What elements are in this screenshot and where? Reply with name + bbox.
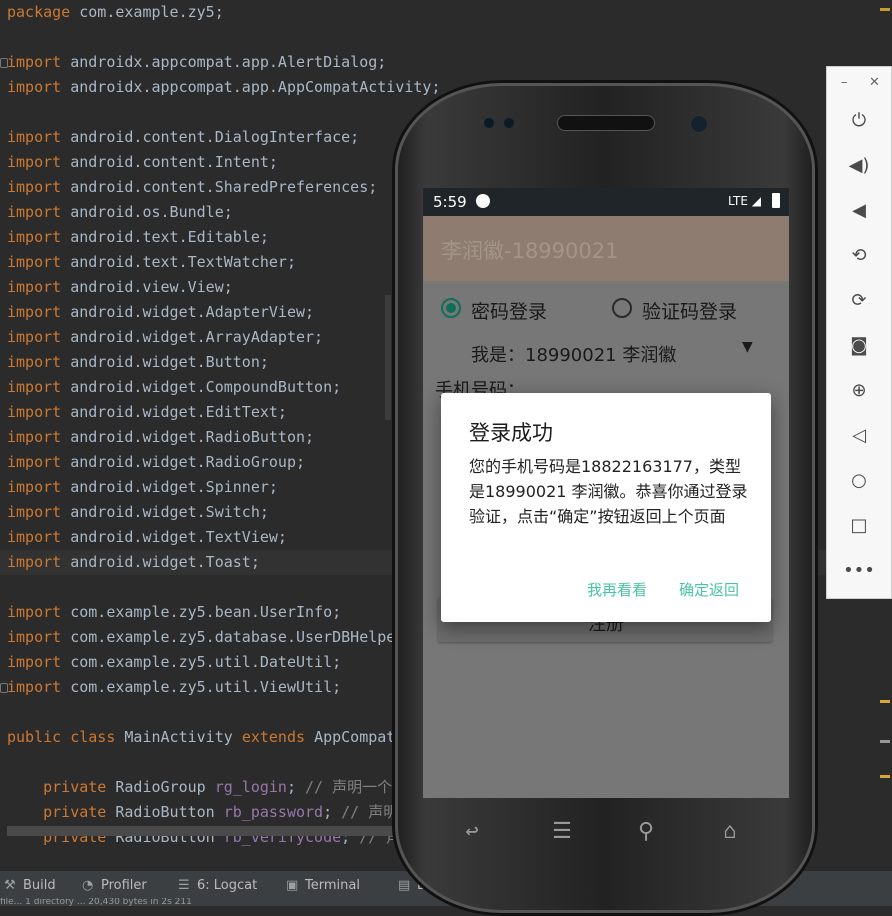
gauge-icon: ◔ [82, 878, 94, 893]
app-title: 李润徽-18990021 [441, 239, 619, 263]
radio-password[interactable] [441, 298, 461, 318]
android-status-bar: 5:59 LTE ◢ [423, 188, 789, 216]
dialog-title: 登录成功 [469, 421, 553, 445]
horizontal-scrollbar[interactable] [7, 826, 392, 836]
rotate-right-icon[interactable]: ⟳ [827, 286, 891, 316]
tool-logcat[interactable]: ☰ 6: Logcat [178, 877, 257, 895]
code-line: import android.widget.Switch; [7, 503, 269, 521]
home-icon[interactable]: ⌂ [710, 819, 750, 849]
code-line: import android.content.Intent; [7, 153, 278, 171]
code-line: import android.widget.TextView; [7, 528, 287, 546]
editor-gutter [385, 295, 391, 420]
network-label: LTE ◢ [728, 194, 761, 208]
radio-password-label: 密码登录 [471, 301, 548, 323]
code-line: import android.widget.Button; [7, 353, 269, 371]
home-icon[interactable]: ○ [827, 466, 891, 496]
marker[interactable] [880, 740, 890, 743]
code-line: import androidx.appcompat.app.AppCompatA… [7, 78, 441, 96]
more-icon[interactable]: ••• [827, 556, 891, 586]
status-time: 5:59 [433, 193, 467, 211]
zoom-icon[interactable]: ⊕ [827, 376, 891, 406]
alert-dialog: 登录成功 您的手机号码是18822163177，类型是18990021 李润徽。… [441, 393, 771, 622]
menu-icon[interactable]: ☰ [542, 819, 582, 849]
tool-build[interactable]: ⚒ Build [4, 877, 56, 895]
notification-icon [476, 194, 490, 208]
device-screen[interactable]: 5:59 LTE ◢ 李润徽-18990021 密码登录 验证码登录 我是：18… [423, 188, 789, 798]
volume-down-icon[interactable]: ◀ [827, 196, 891, 226]
app-toolbar: 李润徽-18990021 [423, 216, 789, 281]
code-line: import android.widget.AdapterView; [7, 303, 315, 321]
radio-verifycode-label: 验证码登录 [642, 301, 738, 323]
speaker-grille [557, 115, 655, 131]
code-line: package com.example.zy5; [7, 3, 224, 21]
dialog-message: 您的手机号码是18822163177，类型是18990021 李润徽。恭喜你通过… [469, 457, 748, 526]
warning-marker[interactable] [880, 700, 890, 703]
code-line: import android.widget.ArrayAdapter; [7, 328, 324, 346]
tool-profiler[interactable]: ◔ Profiler [82, 877, 147, 895]
code-line: import android.content.SharedPreferences… [7, 178, 378, 196]
code-line: private RadioButton rb_password; // 声明 [43, 803, 399, 821]
dialog-positive-button[interactable]: 确定返回 [679, 579, 739, 600]
rotate-left-icon[interactable]: ⟲ [827, 241, 891, 271]
code-line: private RadioGroup rg_login; // 声明一个 [43, 778, 393, 796]
hardware-nav-bar: ↩ ☰ ⚲ ⌂ [432, 813, 772, 863]
code-line: import android.text.TextWatcher; [7, 253, 296, 271]
code-line: public class MainActivity extends AppCom… [7, 728, 396, 746]
radio-verifycode[interactable] [612, 298, 632, 318]
code-line: import com.example.zy5.bean.UserInfo; [7, 603, 342, 621]
close-icon[interactable]: ✕ [869, 75, 880, 90]
fold-icon[interactable] [0, 683, 8, 693]
type-spinner[interactable]: 我是：18990021 李润徽 [471, 341, 676, 367]
code-line: import android.widget.Toast; [7, 553, 260, 571]
warning-marker[interactable] [880, 775, 890, 778]
warning-marker[interactable] [880, 8, 890, 11]
chevron-down-icon[interactable]: ▼ [742, 339, 753, 355]
code-line: import com.example.zy5.util.ViewUtil; [7, 678, 342, 696]
camera-icon [484, 118, 494, 128]
code-line: import com.example.zy5.database.UserDBHe… [7, 628, 396, 646]
dialog-negative-button[interactable]: 我再看看 [587, 579, 647, 600]
minimize-icon[interactable]: – [841, 75, 848, 90]
code-line: import android.text.Editable; [7, 228, 269, 246]
back-icon[interactable]: ↩ [452, 819, 492, 849]
code-line: import android.widget.RadioButton; [7, 428, 315, 446]
overview-icon[interactable]: □ [827, 511, 891, 541]
battery-icon [772, 193, 780, 208]
logcat-icon: ☰ [178, 878, 190, 893]
power-icon[interactable]: ⏻ [827, 106, 891, 136]
terminal-icon: ▣ [286, 878, 299, 893]
code-line: import android.widget.CompoundButton; [7, 378, 342, 396]
front-camera-icon [690, 115, 708, 133]
code-line: import androidx.appcompat.app.AlertDialo… [7, 53, 387, 71]
emulator-toolbar: – ✕ ⏻ ◀) ◀ ⟲ ⟳ ◙ ⊕ ◁ ○ □ ••• [826, 66, 892, 599]
emulator-device: 5:59 LTE ◢ 李润徽-18990021 密码登录 验证码登录 我是：18… [392, 68, 820, 916]
camera-icon[interactable]: ◙ [827, 331, 891, 361]
code-line: import android.widget.RadioGroup; [7, 453, 306, 471]
code-line: import android.widget.Spinner; [7, 478, 278, 496]
search-icon[interactable]: ⚲ [626, 819, 666, 849]
volume-up-icon[interactable]: ◀) [827, 151, 891, 181]
tool-terminal[interactable]: ▣ Terminal [286, 877, 360, 895]
code-line: import android.content.DialogInterface; [7, 128, 360, 146]
hammer-icon: ⚒ [4, 878, 16, 893]
code-line: import android.widget.EditText; [7, 403, 287, 421]
code-line: import com.example.zy5.util.DateUtil; [7, 653, 342, 671]
fold-icon[interactable] [0, 58, 8, 68]
code-line: import android.os.Bundle; [7, 203, 233, 221]
back-icon[interactable]: ◁ [827, 421, 891, 451]
code-line: import android.view.View; [7, 278, 233, 296]
sensor-icon [504, 118, 514, 128]
